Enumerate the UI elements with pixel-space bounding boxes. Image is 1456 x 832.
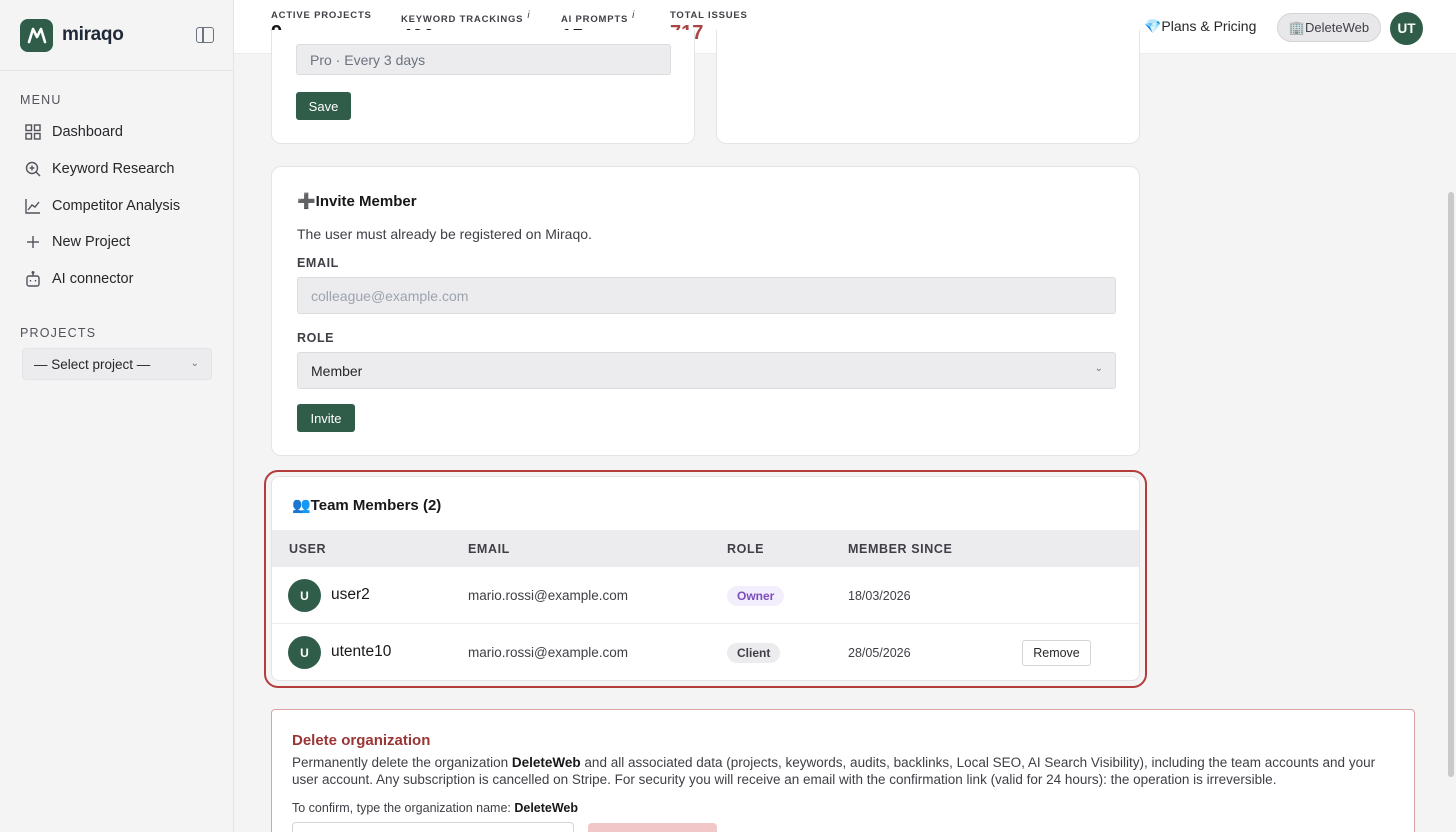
save-button[interactable]: Save (296, 92, 351, 120)
sidebar-toggle-icon[interactable] (196, 27, 214, 43)
member-email: mario.rossi@example.com (468, 645, 628, 660)
frequency-select[interactable]: Pro · Every 3 days (296, 44, 671, 75)
role-label: ROLE (297, 331, 335, 345)
role-value: Member (311, 362, 363, 379)
projects-section-label: PROJECTS (20, 326, 97, 340)
confirm-label: To confirm, type the organization name: … (292, 801, 579, 815)
sidebar: miraqo MENU Dashboard Keyword Research C… (0, 0, 234, 832)
email-input[interactable]: colleague@example.com (297, 277, 1116, 314)
member-since-date: 18/03/2026 (848, 589, 911, 603)
delete-organization-card: Delete organization Permanently delete t… (271, 709, 1415, 832)
organization-switcher[interactable]: 🏢DeleteWeb (1277, 13, 1381, 42)
sidebar-item-new-project[interactable]: New Project (24, 230, 130, 254)
logo-icon[interactable] (20, 18, 53, 52)
team-members-card: 👥Team Members (2) USER EMAIL ROLE MEMBER… (271, 476, 1140, 681)
avatar: U (288, 636, 321, 669)
frequency-value: Pro · Every 3 days (310, 51, 426, 68)
column-header-member-since: MEMBER SINCE (848, 542, 953, 556)
member-username: utente10 (331, 643, 392, 660)
sidebar-item-keyword-research[interactable]: Keyword Research (24, 157, 175, 181)
team-members-title: 👥Team Members (2) (292, 497, 442, 514)
sidebar-item-label: New Project (52, 234, 131, 250)
info-icon[interactable]: i (527, 10, 530, 21)
invite-title: ➕Invite Member (297, 193, 417, 210)
search-plus-icon (24, 160, 42, 178)
chevron-down-icon: ⌄ (1094, 363, 1103, 374)
sidebar-item-label: Competitor Analysis (52, 198, 181, 214)
avatar: U (288, 579, 321, 612)
grid-icon (24, 123, 42, 141)
delete-organization-description: Permanently delete the organization Dele… (292, 755, 1376, 787)
menu-section-label: MENU (20, 93, 62, 107)
info-icon[interactable]: i (632, 10, 635, 21)
robot-icon (24, 270, 42, 288)
project-select-value: — Select project — (34, 356, 151, 372)
role-badge: Owner (727, 586, 785, 606)
column-header-role: ROLE (727, 542, 765, 556)
delete-organization-button[interactable] (588, 823, 717, 832)
stat-label: AI PROMPTS i (561, 10, 636, 26)
sidebar-item-label: Keyword Research (52, 161, 175, 177)
delete-organization-title: Delete organization (292, 732, 431, 749)
side-card (716, 30, 1140, 144)
project-select[interactable]: — Select project — ⌄ (22, 348, 212, 380)
invite-button[interactable]: Invite (297, 404, 355, 432)
confirm-org-name-input[interactable] (292, 822, 574, 832)
remove-member-button[interactable]: Remove (1022, 640, 1091, 666)
invite-member-card: ➕Invite Member The user must already be … (271, 166, 1140, 456)
line-chart-icon (24, 197, 42, 215)
stat-label: TOTAL ISSUES (670, 10, 748, 21)
scrollbar-thumb[interactable] (1448, 192, 1454, 777)
sidebar-item-ai-connector[interactable]: AI connector (24, 267, 133, 291)
plans-pricing-link[interactable]: 💎Plans & Pricing (1144, 18, 1256, 35)
member-since-date: 28/05/2026 (848, 646, 911, 660)
table-row: U utente10 mario.rossi@example.com Clien… (272, 624, 1139, 680)
brand-name: miraqo (62, 24, 124, 45)
stat-label: ACTIVE PROJECTS (271, 10, 372, 21)
plus-icon (24, 233, 42, 251)
role-select[interactable]: Member ⌄ (297, 352, 1116, 389)
role-badge: Client (727, 643, 781, 663)
column-header-email: EMAIL (468, 542, 510, 556)
sidebar-item-label: AI connector (52, 271, 134, 287)
table-header: USER EMAIL ROLE MEMBER SINCE (272, 530, 1139, 567)
invite-description: The user must already be registered on M… (297, 226, 592, 242)
brand-header: miraqo (0, 0, 233, 71)
email-label: EMAIL (297, 256, 339, 270)
user-avatar[interactable]: UT (1390, 12, 1423, 45)
member-email: mario.rossi@example.com (468, 588, 628, 603)
sidebar-item-dashboard[interactable]: Dashboard (24, 120, 123, 144)
chevron-down-icon: ⌄ (190, 358, 199, 369)
sidebar-item-competitor-analysis[interactable]: Competitor Analysis (24, 194, 180, 218)
schedule-card: Pro · Every 3 days Save (271, 30, 695, 144)
sidebar-item-label: Dashboard (52, 124, 123, 140)
table-row: U user2 mario.rossi@example.com Owner 18… (272, 567, 1139, 624)
member-username: user2 (331, 586, 370, 603)
stat-label: KEYWORD TRACKINGS i (401, 10, 531, 26)
column-header-user: USER (289, 542, 327, 556)
email-placeholder: colleague@example.com (311, 287, 469, 304)
